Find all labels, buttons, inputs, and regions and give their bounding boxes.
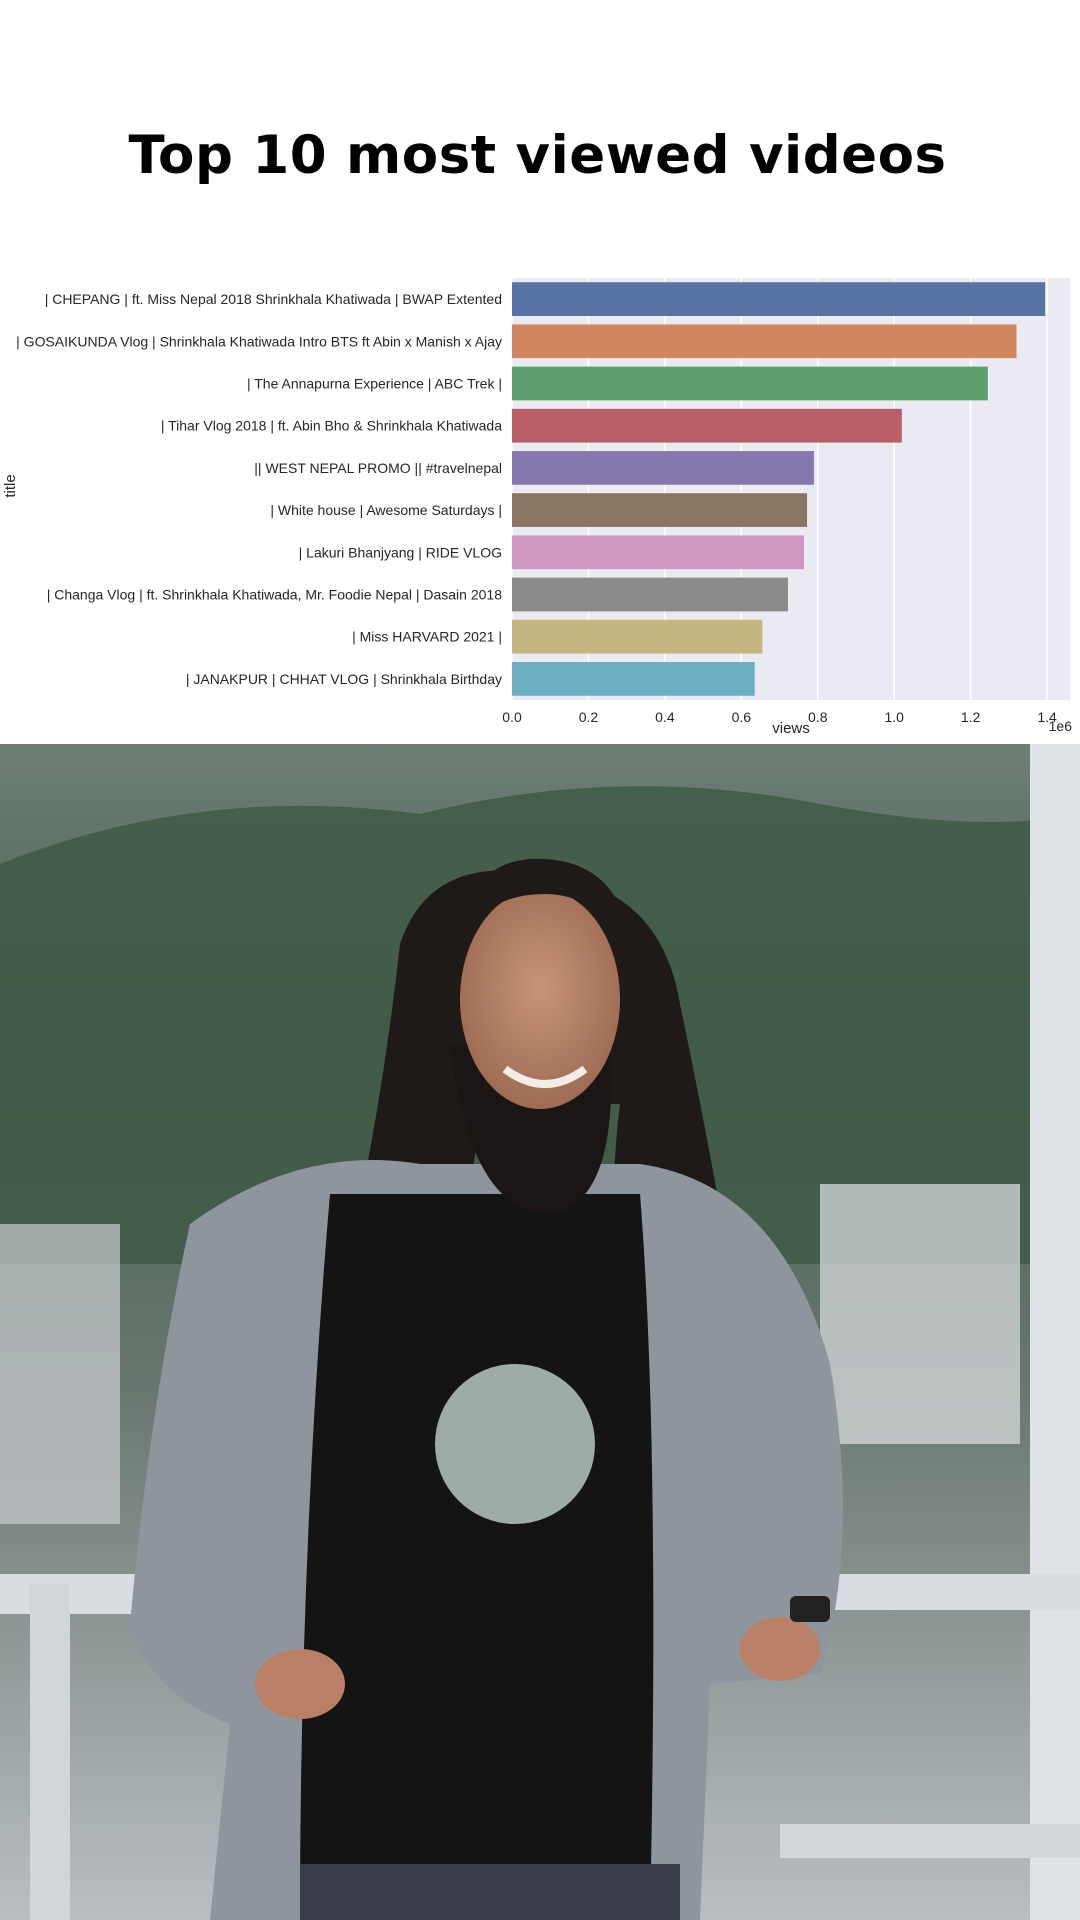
- category-labels: | CHEPANG | ft. Miss Nepal 2018 Shrinkha…: [16, 291, 502, 687]
- category-label: | Changa Vlog | ft. Shrinkhala Khatiwada…: [47, 587, 503, 603]
- bar: [512, 451, 814, 485]
- x-tick-label: 0.4: [655, 709, 675, 725]
- category-label: | GOSAIKUNDA Vlog | Shrinkhala Khatiwada…: [16, 333, 502, 349]
- bar: [512, 408, 902, 443]
- building-blur: [820, 1184, 1020, 1444]
- x-tick-label: 1.2: [961, 709, 981, 725]
- face: [460, 889, 620, 1109]
- tshirt-print: [435, 1364, 595, 1524]
- watch: [790, 1596, 830, 1622]
- bar: [512, 324, 1017, 359]
- railing-post: [30, 1584, 70, 1920]
- bar: [512, 282, 1046, 316]
- jeans: [300, 1864, 680, 1920]
- bar: [512, 493, 808, 527]
- bar: [512, 577, 788, 612]
- railing-post: [1030, 744, 1080, 1920]
- bar: [512, 535, 804, 570]
- category-label: | JANAKPUR | CHHAT VLOG | Shrinkhala Bir…: [186, 671, 502, 687]
- category-label: | White house | Awesome Saturdays |: [270, 502, 502, 518]
- page-title: Top 10 most viewed videos: [128, 125, 947, 186]
- hand: [255, 1649, 345, 1719]
- x-tick-label: 0.6: [732, 709, 752, 725]
- category-label: | CHEPANG | ft. Miss Nepal 2018 Shrinkha…: [45, 291, 502, 307]
- category-label: | Lakuri Bhanjyang | RIDE VLOG: [299, 544, 502, 560]
- x-offset-label: 1e6: [1049, 718, 1073, 734]
- person-photo: [0, 744, 1080, 1920]
- bar-chart: | CHEPANG | ft. Miss Nepal 2018 Shrinkha…: [2, 278, 1073, 737]
- hand: [740, 1617, 820, 1681]
- bar: [512, 662, 755, 696]
- category-label: || WEST NEPAL PROMO || #travelnepal: [254, 460, 502, 476]
- x-tick-label: 0.2: [579, 709, 599, 725]
- x-axis-title: views: [772, 720, 810, 737]
- railing-bar: [780, 1824, 1080, 1858]
- category-label: | The Annapurna Experience | ABC Trek |: [247, 376, 502, 392]
- tshirt: [300, 1194, 654, 1920]
- x-tick-label: 1.0: [884, 709, 904, 725]
- category-label: | Tihar Vlog 2018 | ft. Abin Bho & Shrin…: [161, 418, 502, 434]
- bar: [512, 619, 763, 654]
- x-tick-label: 0.0: [502, 709, 522, 725]
- bar: [512, 366, 988, 401]
- y-axis-title: title: [2, 474, 19, 497]
- building-blur: [0, 1224, 120, 1524]
- x-tick-label: 0.8: [808, 709, 828, 725]
- category-label: | Miss HARVARD 2021 |: [352, 629, 502, 645]
